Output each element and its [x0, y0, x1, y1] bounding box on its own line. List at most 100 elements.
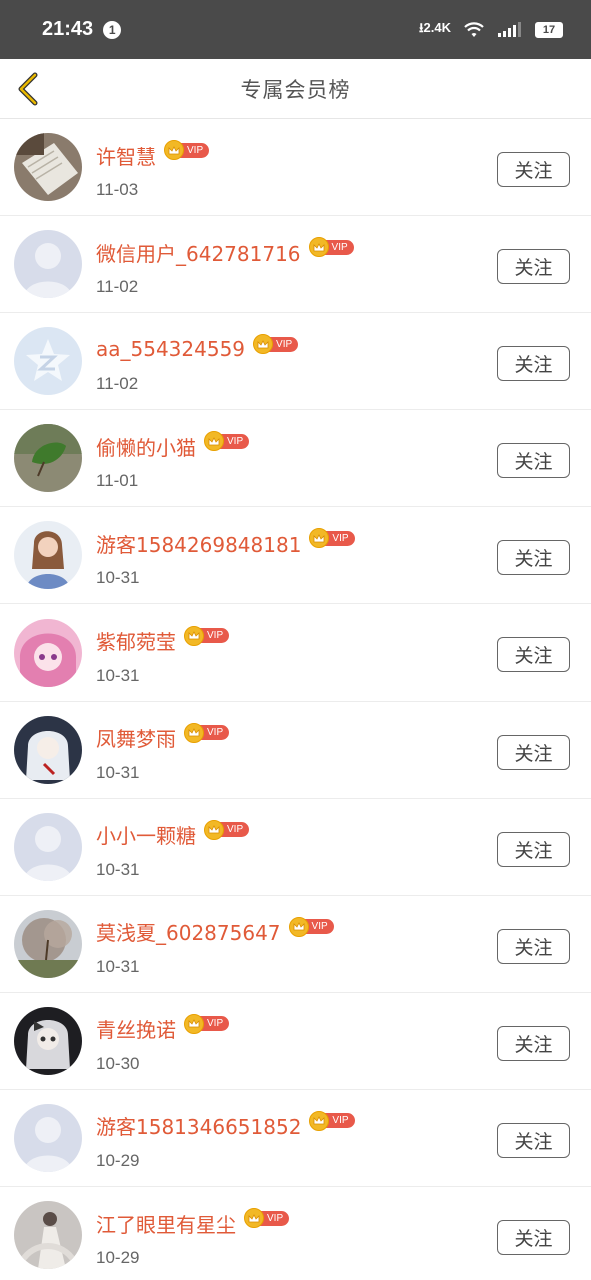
- list-item[interactable]: 许智慧 VIP 11-03 关注: [0, 119, 591, 217]
- crown-icon: [184, 625, 204, 646]
- vip-badge: VIP: [184, 722, 230, 743]
- member-date: 11-02: [96, 277, 139, 297]
- list-item[interactable]: 微信用户_642781716 VIP 11-02 关注: [0, 216, 591, 314]
- follow-button[interactable]: 关注: [497, 831, 570, 867]
- follow-button[interactable]: 关注: [497, 1025, 570, 1061]
- avatar[interactable]: [14, 424, 82, 493]
- member-name[interactable]: 偷懒的小猫: [96, 432, 196, 461]
- status-bar: 21:43 1 ⭳2.4K 17: [0, 0, 591, 59]
- avatar[interactable]: [14, 1201, 82, 1270]
- member-date: 10-29: [96, 1248, 140, 1268]
- follow-button[interactable]: 关注: [497, 540, 570, 576]
- crown-icon: [244, 1208, 264, 1229]
- follow-button[interactable]: 关注: [497, 346, 570, 382]
- battery-icon: 17: [535, 21, 563, 38]
- member-info: 游客1584269848181 VIP 10-31: [96, 507, 355, 603]
- list-item[interactable]: 凤舞梦雨 VIP 10-31 关注: [0, 702, 591, 799]
- member-name[interactable]: 游客1581346651852: [96, 1111, 301, 1140]
- avatar[interactable]: [14, 327, 82, 396]
- name-line: 许智慧 VIP: [96, 140, 210, 170]
- member-date: 10-31: [96, 859, 140, 879]
- name-line: 偷懒的小猫 VIP: [96, 431, 250, 461]
- name-line: 游客1584269848181 VIP: [96, 528, 355, 558]
- back-button[interactable]: [12, 71, 44, 107]
- member-date: 11-01: [96, 471, 139, 491]
- follow-button[interactable]: 关注: [497, 637, 570, 673]
- crown-icon: [308, 237, 329, 258]
- follow-button[interactable]: 关注: [497, 1122, 570, 1158]
- member-info: 青丝挽诺 VIP 10-30: [96, 993, 230, 1089]
- avatar[interactable]: [14, 1006, 82, 1075]
- avatar[interactable]: [14, 133, 82, 202]
- vip-badge: VIP: [164, 140, 210, 161]
- member-date: 11-03: [96, 180, 139, 200]
- list-item[interactable]: 游客1584269848181 VIP 10-31 关注: [0, 507, 591, 605]
- vip-badge: VIP: [309, 528, 355, 549]
- status-left: 21:43 1: [42, 18, 122, 41]
- avatar[interactable]: [14, 1103, 82, 1172]
- member-name[interactable]: 紫郁菀莹: [96, 626, 176, 655]
- member-info: 凤舞梦雨 VIP 10-31: [96, 702, 230, 798]
- name-line: 微信用户_642781716 VIP: [96, 237, 354, 267]
- name-line: 江了眼里有星尘 VIP: [96, 1208, 290, 1238]
- member-info: 游客1581346651852 VIP 10-29: [96, 1090, 355, 1186]
- name-line: 莫浅夏_602875647 VIP: [96, 916, 334, 947]
- avatar[interactable]: [14, 618, 82, 687]
- member-name[interactable]: 江了眼里有星尘: [96, 1209, 236, 1238]
- vip-badge: VIP: [204, 431, 250, 452]
- status-time: 21:43: [42, 18, 94, 40]
- vip-badge: VIP: [253, 334, 299, 355]
- member-name[interactable]: 游客1584269848181: [96, 529, 301, 558]
- follow-button[interactable]: 关注: [497, 249, 570, 285]
- net-speed: ⭳2.4K: [418, 19, 451, 35]
- name-line: 凤舞梦雨 VIP: [96, 722, 230, 753]
- crown-icon: [164, 140, 184, 161]
- follow-button[interactable]: 关注: [497, 928, 570, 964]
- member-name[interactable]: 青丝挽诺: [96, 1014, 176, 1043]
- vip-badge: VIP: [308, 237, 354, 258]
- name-line: 游客1581346651852 VIP: [96, 1110, 355, 1141]
- member-info: 紫郁菀莹 VIP 10-31: [96, 604, 230, 700]
- back-arrow-icon: [18, 72, 38, 106]
- crown-icon: [288, 916, 309, 937]
- member-name[interactable]: aa_554324559: [96, 337, 245, 361]
- list-item[interactable]: 江了眼里有星尘 VIP 10-29 关注: [0, 1187, 591, 1280]
- list-item[interactable]: 小小一颗糖 VIP 10-31 关注: [0, 799, 591, 896]
- name-line: aa_554324559 VIP: [96, 334, 299, 364]
- follow-button[interactable]: 关注: [497, 734, 570, 770]
- list-item[interactable]: 莫浅夏_602875647 VIP 10-31 关注: [0, 896, 591, 993]
- member-name[interactable]: 微信用户_642781716: [96, 238, 301, 267]
- member-name[interactable]: 凤舞梦雨: [96, 723, 176, 752]
- avatar[interactable]: [14, 521, 82, 590]
- list-item[interactable]: aa_554324559 VIP 11-02 关注: [0, 313, 591, 411]
- crown-icon: [184, 722, 204, 743]
- avatar[interactable]: [14, 812, 82, 881]
- vip-badge: VIP: [288, 916, 334, 937]
- name-line: 小小一颗糖 VIP: [96, 819, 250, 850]
- member-name[interactable]: 许智慧: [96, 141, 156, 170]
- avatar[interactable]: [14, 230, 82, 299]
- name-line: 紫郁菀莹 VIP: [96, 625, 230, 656]
- member-name[interactable]: 小小一颗糖: [96, 820, 196, 849]
- status-right: ⭳2.4K 17: [419, 19, 563, 41]
- list-item[interactable]: 游客1581346651852 VIP 10-29 关注: [0, 1090, 591, 1188]
- page-title: 专属会员榜: [240, 77, 351, 102]
- list-item[interactable]: 紫郁菀莹 VIP 10-31 关注: [0, 604, 591, 702]
- member-name[interactable]: 莫浅夏_602875647: [96, 917, 281, 946]
- member-info: 微信用户_642781716 VIP 11-02: [96, 216, 354, 312]
- list-item[interactable]: 青丝挽诺 VIP 10-30 关注: [0, 993, 591, 1090]
- nav-bar: 专属会员榜: [0, 59, 591, 119]
- follow-button[interactable]: 关注: [497, 1220, 570, 1256]
- member-date: 10-31: [96, 762, 140, 782]
- member-date: 10-31: [96, 568, 140, 588]
- list-item[interactable]: 偷懒的小猫 VIP 11-01 关注: [0, 410, 591, 508]
- vip-badge: VIP: [204, 819, 250, 840]
- follow-button[interactable]: 关注: [497, 152, 570, 187]
- avatar[interactable]: [14, 909, 82, 978]
- member-info: aa_554324559 VIP 11-02: [96, 313, 299, 409]
- follow-button[interactable]: 关注: [497, 443, 570, 479]
- member-info: 许智慧 VIP 11-03: [96, 119, 210, 215]
- member-info: 小小一颗糖 VIP 10-31: [96, 799, 250, 895]
- signal-icon: [498, 21, 521, 37]
- avatar[interactable]: [14, 715, 82, 784]
